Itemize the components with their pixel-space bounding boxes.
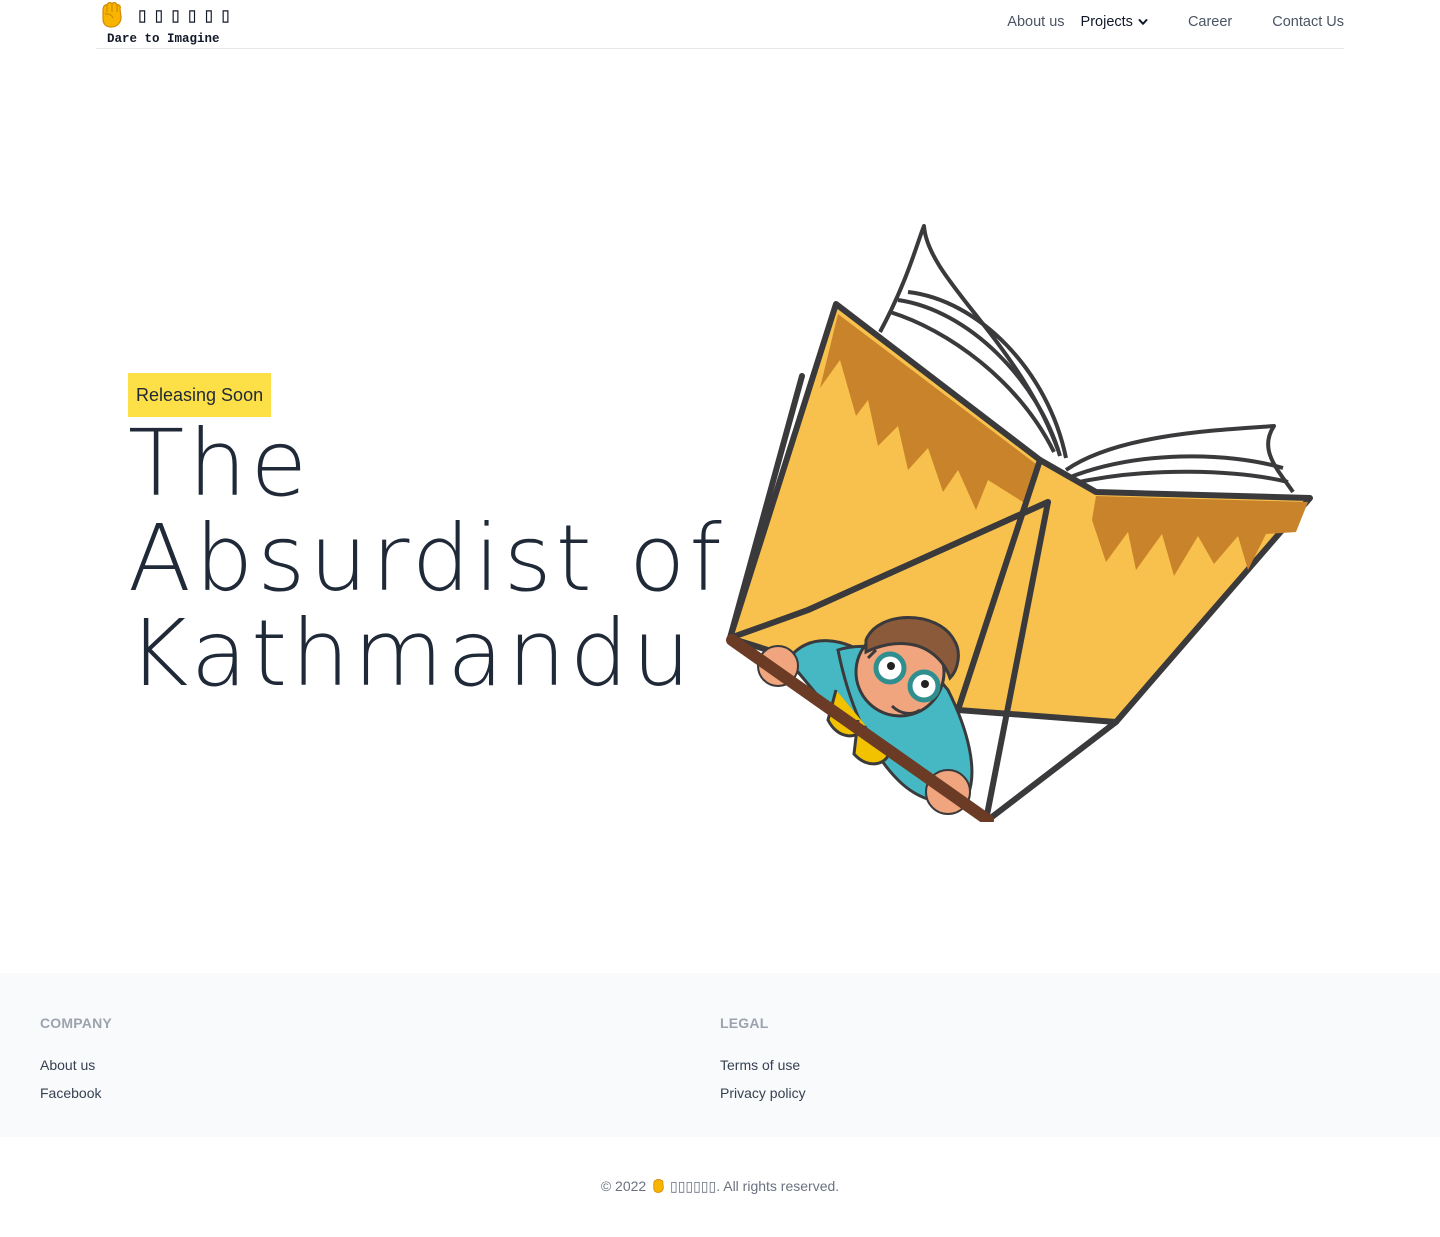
hero-title-line-3: Kathmandu <box>128 600 695 707</box>
nav-projects-label: Projects <box>1080 14 1133 30</box>
footer-company-heading: Company <box>40 1015 112 1031</box>
hero-title: The Absurdist of Kathmandu <box>128 416 728 701</box>
boy-flying-book-glider-illustration <box>726 224 1313 822</box>
list-item: About us <box>40 1051 112 1079</box>
copyright-notice: © 2022 ▯▯▯▯▯▯. All rights reserved. <box>0 1178 1440 1195</box>
nav-career[interactable]: Career <box>1188 14 1232 30</box>
footer-link-terms-of-use[interactable]: Terms of use <box>720 1057 800 1073</box>
nav-contact-us[interactable]: Contact Us <box>1272 14 1344 30</box>
raised-fist-icon <box>102 2 122 28</box>
footer-legal-column: Legal Terms of use Privacy policy <box>720 1015 806 1107</box>
brand-logo[interactable]: ▯▯▯▯▯▯ Dare to Imagine <box>96 0 236 46</box>
raised-fist-icon <box>653 1179 664 1193</box>
copyright-brand: ▯▯▯▯▯▯ <box>669 1178 717 1194</box>
main-nav: About us Projects Career Contact Us <box>1007 14 1344 30</box>
footer-link-facebook[interactable]: Facebook <box>40 1085 101 1101</box>
site-header: ▯▯▯▯▯▯ Dare to Imagine About us Projects… <box>96 0 1344 49</box>
footer-company-links: About us Facebook <box>40 1051 112 1107</box>
copyright-suffix: . All rights reserved. <box>716 1178 840 1194</box>
footer-company-column: Company About us Facebook <box>40 1015 112 1107</box>
footer-legal-heading: Legal <box>720 1015 769 1031</box>
nav-projects-dropdown[interactable]: Projects <box>1081 14 1148 30</box>
list-item: Terms of use <box>720 1051 806 1079</box>
site-footer: Company About us Facebook Legal Terms of… <box>0 973 1440 1137</box>
footer-legal-links: Terms of use Privacy policy <box>720 1051 806 1107</box>
hero-title-line-2: Absurdist of <box>128 505 726 612</box>
hero-title-line-1: The <box>128 410 312 517</box>
footer-link-privacy-policy[interactable]: Privacy policy <box>720 1085 806 1101</box>
chevron-down-icon <box>1138 19 1148 25</box>
list-item: Privacy policy <box>720 1079 806 1107</box>
list-item: Facebook <box>40 1079 112 1107</box>
brand-tagline: Dare to Imagine <box>107 32 220 46</box>
brand-name: ▯▯▯▯▯▯ <box>136 3 236 27</box>
nav-about-us[interactable]: About us <box>1007 14 1064 30</box>
footer-link-about-us[interactable]: About us <box>40 1057 95 1073</box>
copyright-prefix: © 2022 <box>600 1178 647 1194</box>
